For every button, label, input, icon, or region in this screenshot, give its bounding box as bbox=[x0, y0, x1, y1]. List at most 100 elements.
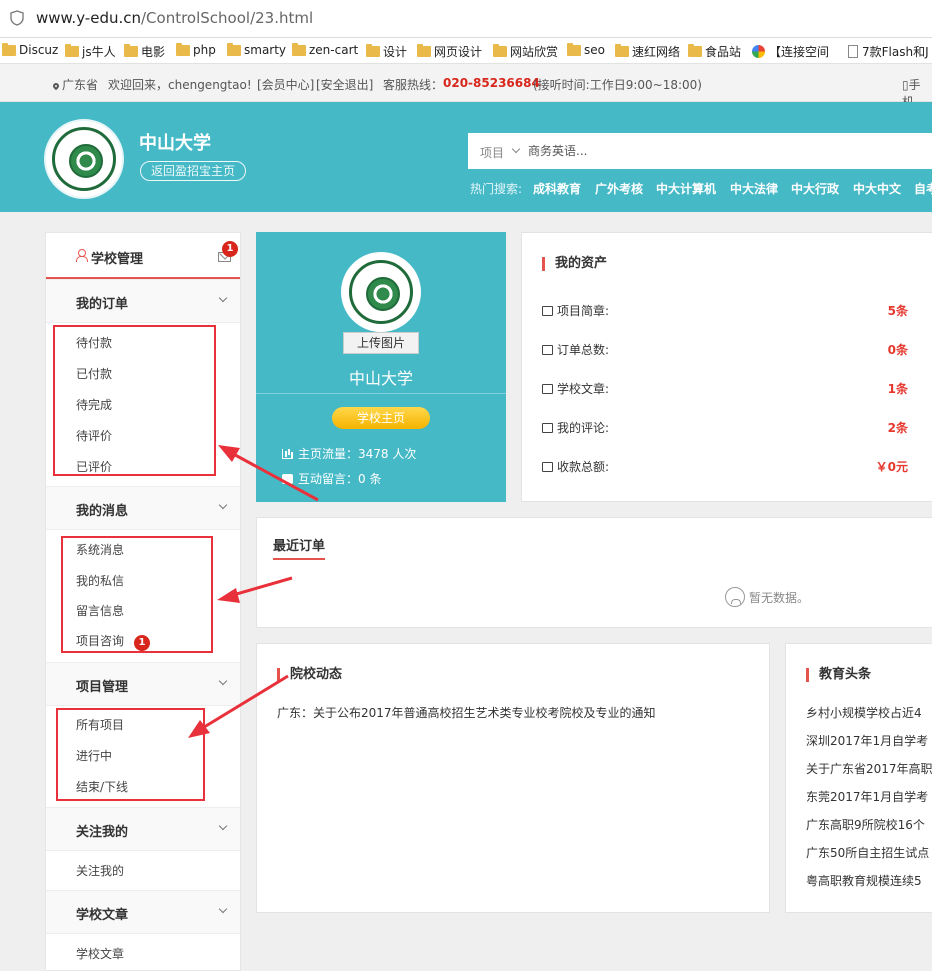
hot-term[interactable]: 中大计算机 bbox=[656, 180, 716, 197]
profile-card: 上传图片 中山大学 学校主页 主页流量：3478 人次 互动留言：0 条 bbox=[256, 232, 506, 502]
news-item[interactable]: 广东高职9所院校16个 bbox=[806, 816, 925, 833]
sidebar-item-school-articles[interactable]: 学校文章 bbox=[76, 945, 124, 962]
annotation-box-messages bbox=[61, 536, 213, 653]
hot-term[interactable]: 中大行政 bbox=[791, 180, 839, 197]
bookmark-flash[interactable]: 7款Flash和J bbox=[848, 43, 929, 60]
messages-stat: 互动留言：0 条 bbox=[282, 470, 381, 487]
bookmark-php[interactable]: php bbox=[176, 42, 216, 57]
profile-avatar bbox=[341, 252, 421, 332]
school-seal-icon bbox=[52, 127, 116, 191]
bookmark-design[interactable]: 设计 bbox=[366, 43, 407, 60]
asset-value: 1条 bbox=[887, 382, 908, 396]
assets-panel: 我的资产 项目简章: 5条 订单总数: 0条 学校文章: 1条 我的评论: 2条 收款总… bbox=[521, 232, 932, 502]
folder-open-icon bbox=[542, 305, 553, 316]
mail-badge: 1 bbox=[222, 241, 238, 257]
news-item[interactable]: 广东：关于公布2017年普通高校招生艺术类专业校考院校及专业的通知 bbox=[277, 704, 656, 721]
section-school-articles[interactable]: 学校文章 bbox=[46, 890, 240, 934]
hotline-number: 020-85236684 bbox=[443, 76, 540, 90]
search-category-select[interactable]: 项目 bbox=[480, 144, 504, 161]
asset-row-payments[interactable]: 收款总额: ￥0元 bbox=[542, 458, 908, 475]
traffic-stat: 主页流量：3478 人次 bbox=[282, 445, 416, 462]
sidebar-header: 学校管理 1 bbox=[46, 233, 240, 279]
asset-row-projects[interactable]: 项目简章: 5条 bbox=[542, 302, 908, 319]
edu-headlines-panel: 教育头条 乡村小规模学校占近4 深圳2017年1月自学考 关于广东省2017年高… bbox=[785, 643, 932, 913]
asset-value: ￥0元 bbox=[875, 460, 908, 474]
bookmark-js[interactable]: js牛人 bbox=[65, 43, 116, 60]
chevron-down-icon bbox=[511, 144, 521, 154]
section-title: 关注我的 bbox=[76, 825, 129, 840]
hot-term[interactable]: 中大法律 bbox=[730, 180, 778, 197]
bookmark-movies[interactable]: 电影 bbox=[124, 43, 165, 60]
hot-term[interactable]: 成科教育 bbox=[533, 180, 581, 197]
sad-face-icon bbox=[725, 587, 745, 607]
bookmark-discuz[interactable]: Discuz bbox=[2, 42, 58, 57]
bookmark-seo[interactable]: seo bbox=[567, 42, 605, 57]
document-icon bbox=[542, 344, 553, 355]
folder-icon bbox=[227, 42, 241, 56]
bookmark-showcase[interactable]: 网站欣赏 bbox=[493, 43, 558, 60]
upload-image-button[interactable]: 上传图片 bbox=[343, 332, 419, 354]
recent-orders-title: 最近订单 bbox=[273, 535, 326, 560]
edu-headlines-title: 教育头条 bbox=[806, 668, 871, 682]
section-project-management[interactable]: 项目管理 bbox=[46, 662, 240, 706]
news-item[interactable]: 粤高职教育规模连续5 bbox=[806, 872, 922, 889]
search-input[interactable] bbox=[528, 141, 918, 161]
asset-value: 0条 bbox=[887, 343, 908, 357]
member-center-link[interactable]: [会员中心] bbox=[257, 76, 314, 93]
bookmark-webdesign[interactable]: 网页设计 bbox=[417, 43, 482, 60]
url-text[interactable]: www.y-edu.cn/ControlSchool/23.html bbox=[36, 9, 313, 27]
hot-term[interactable]: 中大中文 bbox=[853, 180, 901, 197]
bookmark-suhong[interactable]: 速红网络 bbox=[615, 43, 680, 60]
school-news-title: 院校动态 bbox=[277, 668, 342, 682]
hot-term[interactable]: 广外考核 bbox=[595, 180, 643, 197]
section-title: 我的订单 bbox=[76, 297, 129, 312]
asset-row-orders[interactable]: 订单总数: 0条 bbox=[542, 341, 908, 358]
back-home-link[interactable]: 返回盈招宝主页 bbox=[140, 161, 246, 181]
section-my-orders[interactable]: 我的订单 bbox=[46, 279, 240, 323]
section-my-messages[interactable]: 我的消息 bbox=[46, 486, 240, 530]
bookmark-link-space[interactable]: 【连接空间 bbox=[752, 43, 829, 60]
page-icon bbox=[848, 45, 858, 58]
asset-value: 5条 bbox=[887, 304, 908, 318]
chevron-down-icon bbox=[218, 500, 228, 510]
school-logo[interactable] bbox=[44, 119, 124, 199]
envelope-icon bbox=[542, 422, 553, 433]
recent-orders-panel: 最近订单 暂无数据。 bbox=[256, 517, 932, 628]
folder-icon bbox=[366, 44, 380, 57]
news-item[interactable]: 乡村小规模学校占近4 bbox=[806, 704, 922, 721]
asset-row-comments[interactable]: 我的评论: 2条 bbox=[542, 419, 908, 436]
folder-icon bbox=[417, 44, 431, 57]
folder-icon bbox=[615, 44, 629, 57]
bookmark-smarty[interactable]: smarty bbox=[227, 42, 286, 57]
folder-icon bbox=[688, 44, 702, 57]
service-hours: (接听时间:工作日9:00~18:00) bbox=[533, 78, 702, 92]
hot-term[interactable]: 自考 bbox=[914, 180, 932, 197]
section-followers[interactable]: 关注我的 bbox=[46, 807, 240, 851]
folder-icon bbox=[65, 44, 79, 57]
annotation-box-projects bbox=[56, 708, 205, 801]
profile-divider bbox=[256, 393, 506, 394]
bookmark-food[interactable]: 食品站 bbox=[688, 43, 741, 60]
bookmark-zencart[interactable]: zen-cart bbox=[292, 42, 358, 57]
chevron-down-icon bbox=[218, 821, 228, 831]
address-bar[interactable]: www.y-edu.cn/ControlSchool/23.html bbox=[0, 0, 932, 38]
site-favicon-icon bbox=[752, 45, 765, 58]
sidebar-item-followers[interactable]: 关注我的 bbox=[76, 862, 124, 879]
asset-row-articles[interactable]: 学校文章: 1条 bbox=[542, 380, 908, 397]
profile-name: 中山大学 bbox=[348, 369, 413, 388]
location[interactable]: 广东省 bbox=[51, 76, 98, 93]
news-item[interactable]: 东莞2017年1月自学考 bbox=[806, 788, 928, 805]
folder-icon bbox=[2, 42, 16, 56]
news-item[interactable]: 广东50所自主招生试点 bbox=[806, 844, 929, 861]
news-item[interactable]: 深圳2017年1月自学考 bbox=[806, 732, 928, 749]
chevron-down-icon bbox=[218, 904, 228, 914]
folder-icon bbox=[292, 42, 306, 56]
credit-card-icon bbox=[542, 461, 553, 472]
sidebar-title[interactable]: 学校管理 bbox=[91, 248, 143, 267]
school-news-panel: 院校动态 广东：关于公布2017年普通高校招生艺术类专业校考院校及专业的通知 bbox=[256, 643, 770, 913]
news-item[interactable]: 关于广东省2017年高职 bbox=[806, 760, 932, 777]
logout-link[interactable]: [安全退出] bbox=[316, 76, 373, 93]
bookmarks-bar: Discuz js牛人 电影 php smarty zen-cart 设计 网页… bbox=[0, 38, 932, 64]
annotation-box-orders bbox=[53, 325, 216, 476]
school-home-button[interactable]: 学校主页 bbox=[332, 407, 430, 429]
